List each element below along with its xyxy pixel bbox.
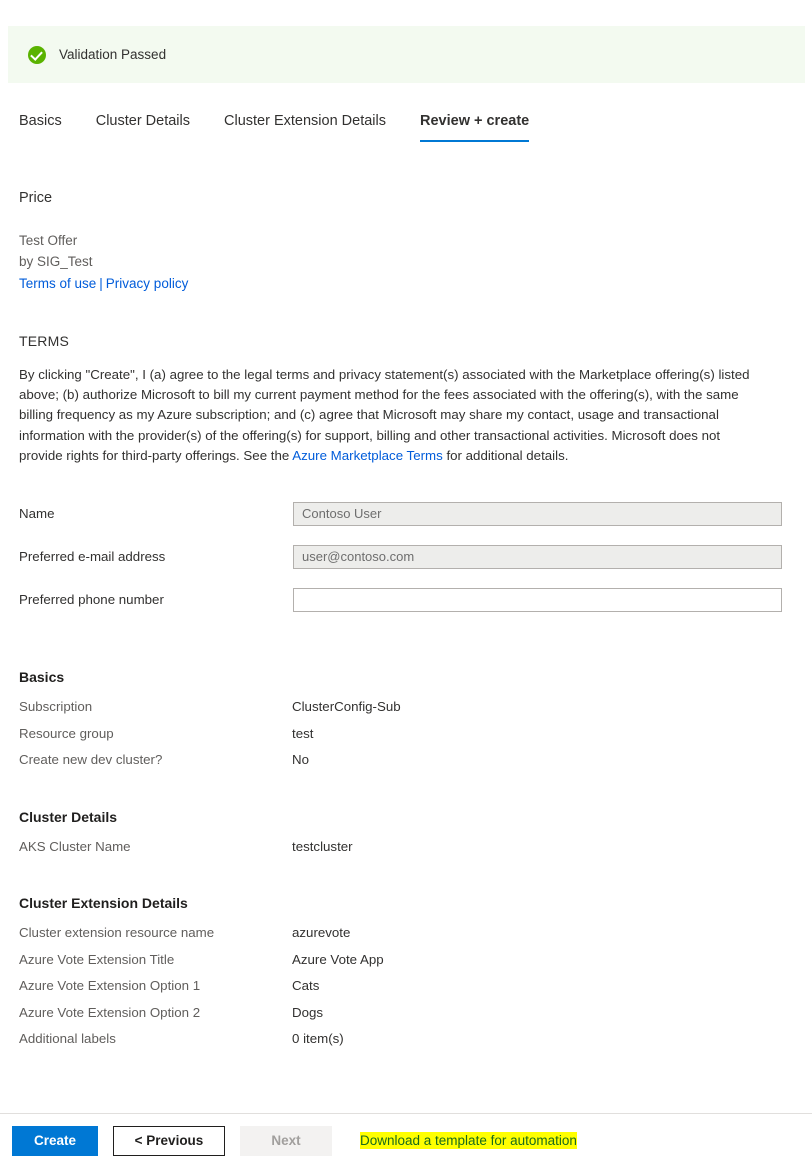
summary-title-cluster-extension-details: Cluster Extension Details bbox=[19, 895, 188, 912]
offer-links: Terms of use | Privacy policy bbox=[19, 273, 794, 295]
summary-key: AKS Cluster Name bbox=[19, 838, 131, 854]
table-row: Cluster extension resource name azurevot… bbox=[19, 925, 794, 952]
check-circle-icon bbox=[28, 45, 46, 64]
table-row: Azure Vote Extension Option 2 Dogs bbox=[19, 1005, 794, 1032]
wizard-tabs: Basics Cluster Details Cluster Extension… bbox=[19, 112, 530, 142]
summary-section-basics: Basics Subscription ClusterConfig-Sub Re… bbox=[19, 669, 794, 779]
summary-value: 0 item(s) bbox=[292, 1031, 344, 1047]
footer-action-bar: Create < Previous Next Download a templa… bbox=[0, 1114, 812, 1167]
previous-button[interactable]: < Previous bbox=[113, 1125, 225, 1156]
summary-title-basics: Basics bbox=[19, 669, 65, 686]
summary-key: Azure Vote Extension Option 2 bbox=[19, 1004, 201, 1020]
price-heading: Price bbox=[19, 190, 53, 206]
summary-title-cluster-details: Cluster Details bbox=[19, 808, 118, 825]
summary-key: Create new dev cluster? bbox=[19, 752, 163, 768]
terms-text-part-2: for additional details. bbox=[442, 447, 569, 463]
form-row-name: Name bbox=[19, 492, 794, 535]
create-button[interactable]: Create bbox=[12, 1125, 98, 1156]
summary-value: test bbox=[292, 725, 314, 741]
validation-message: Validation Passed bbox=[59, 47, 167, 62]
tab-review-create[interactable]: Review + create bbox=[420, 112, 530, 142]
terms-paragraph: By clicking "Create", I (a) agree to the… bbox=[19, 365, 767, 466]
summary-sections: Basics Subscription ClusterConfig-Sub Re… bbox=[19, 669, 794, 1058]
summary-value: testcluster bbox=[292, 838, 353, 854]
validation-banner: Validation Passed bbox=[8, 26, 805, 83]
phone-label: Preferred phone number bbox=[19, 592, 164, 608]
next-button: Next bbox=[240, 1125, 332, 1156]
summary-key: Azure Vote Extension Title bbox=[19, 951, 175, 967]
email-label: Preferred e-mail address bbox=[19, 549, 166, 565]
contact-form: Name Preferred e-mail address Preferred … bbox=[19, 492, 794, 621]
table-row: Subscription ClusterConfig-Sub bbox=[19, 699, 794, 726]
tab-cluster-details[interactable]: Cluster Details bbox=[96, 112, 190, 142]
form-row-phone: Preferred phone number bbox=[19, 578, 794, 621]
summary-value: azurevote bbox=[292, 925, 351, 941]
table-row: Create new dev cluster? No bbox=[19, 752, 794, 779]
summary-key: Resource group bbox=[19, 725, 114, 741]
table-row: Additional labels 0 item(s) bbox=[19, 1031, 794, 1058]
review-create-content: Price Test Offer by SIG_Test Terms of us… bbox=[19, 190, 794, 1058]
summary-value: Azure Vote App bbox=[292, 951, 384, 967]
link-separator: | bbox=[99, 276, 103, 291]
table-row: Resource group test bbox=[19, 726, 794, 753]
form-row-email: Preferred e-mail address bbox=[19, 535, 794, 578]
tab-cluster-extension-details[interactable]: Cluster Extension Details bbox=[224, 112, 386, 142]
privacy-policy-link[interactable]: Privacy policy bbox=[106, 276, 189, 291]
terms-of-use-link[interactable]: Terms of use bbox=[19, 276, 96, 291]
name-input[interactable] bbox=[293, 501, 782, 526]
name-label: Name bbox=[19, 506, 55, 522]
summary-value: Dogs bbox=[292, 1004, 324, 1020]
table-row: Azure Vote Extension Title Azure Vote Ap… bbox=[19, 952, 794, 979]
email-input[interactable] bbox=[293, 544, 782, 569]
summary-key: Azure Vote Extension Option 1 bbox=[19, 978, 201, 994]
summary-key: Additional labels bbox=[19, 1031, 116, 1047]
summary-value: ClusterConfig-Sub bbox=[292, 699, 401, 715]
offer-publisher: by SIG_Test bbox=[19, 254, 93, 269]
summary-key: Cluster extension resource name bbox=[19, 925, 215, 941]
offer-name: Test Offer bbox=[19, 233, 78, 248]
summary-section-cluster-details: Cluster Details AKS Cluster Name testclu… bbox=[19, 809, 794, 866]
summary-key: Subscription bbox=[19, 699, 93, 715]
summary-value: Cats bbox=[292, 978, 320, 994]
azure-marketplace-terms-link[interactable]: Azure Marketplace Terms bbox=[292, 448, 443, 463]
phone-input[interactable] bbox=[293, 587, 782, 612]
summary-section-cluster-extension-details: Cluster Extension Details Cluster extens… bbox=[19, 895, 794, 1058]
download-template-link[interactable]: Download a template for automation bbox=[360, 1132, 577, 1149]
table-row: AKS Cluster Name testcluster bbox=[19, 839, 794, 866]
table-row: Azure Vote Extension Option 1 Cats bbox=[19, 978, 794, 1005]
terms-heading: TERMS bbox=[19, 333, 69, 349]
tab-basics[interactable]: Basics bbox=[19, 112, 62, 142]
summary-value: No bbox=[292, 752, 309, 768]
